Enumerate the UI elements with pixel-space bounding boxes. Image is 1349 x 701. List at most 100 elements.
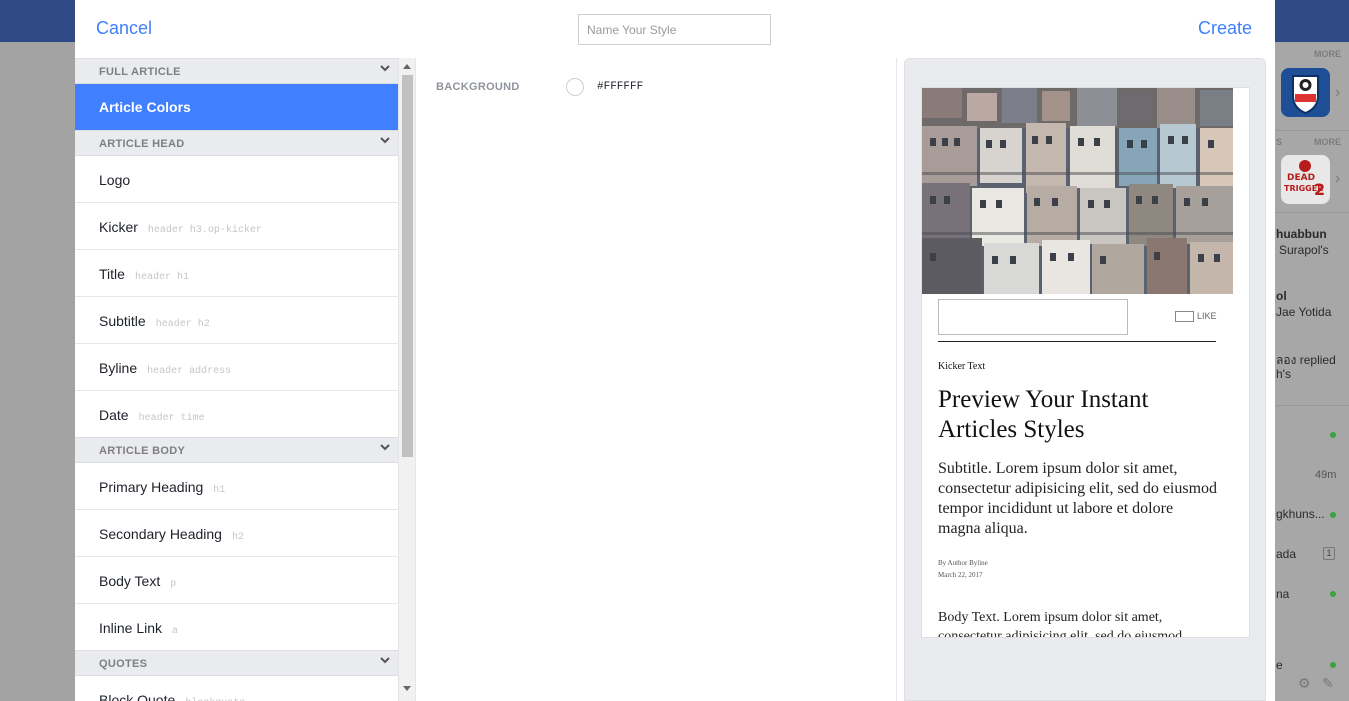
sidebar-item-label: Byline: [99, 360, 138, 376]
style-editor-modal: Cancel Create FULL ARTICLE Article Color…: [75, 0, 1275, 701]
css-selector-hint: p: [170, 579, 177, 590]
chevron-right-icon[interactable]: ›: [1335, 170, 1340, 188]
sidebar-item-block-quote[interactable]: Block Quoteblockquote: [75, 676, 398, 701]
sidebar-item-date[interactable]: Date header time: [75, 391, 398, 438]
sidebar-item-label: Inline Link: [99, 620, 163, 636]
sidebar-item-label: Secondary Heading: [99, 526, 222, 542]
section-label-fragment: S: [1276, 137, 1283, 147]
online-status-icon: [1330, 591, 1336, 597]
css-selector-hint: h1: [213, 485, 226, 496]
section-header-quotes[interactable]: QUOTES: [75, 650, 398, 676]
scroll-up-arrow-icon[interactable]: [403, 64, 411, 69]
style-element-sidebar: FULL ARTICLE Article Colors ARTICLE HEAD…: [75, 58, 398, 701]
compose-icon[interactable]: ✎: [1322, 675, 1334, 692]
sidebar-item-article-colors[interactable]: Article Colors: [75, 84, 398, 130]
css-selector-hint: a: [172, 626, 179, 637]
sidebar-item-title[interactable]: Title header h1: [75, 250, 398, 297]
chevron-down-icon: [380, 65, 390, 72]
sidebar-item-primary-heading[interactable]: Primary Heading h1: [75, 463, 398, 510]
css-selector-hint: header address: [147, 366, 232, 377]
preview-byline: By Author Byline: [938, 559, 988, 567]
background-color-swatch[interactable]: [566, 78, 584, 96]
sidebar-item-body-text[interactable]: Body Text p: [75, 557, 398, 604]
preview-kicker: Kicker Text: [938, 361, 986, 372]
chevron-down-icon: [380, 657, 390, 664]
online-status-icon: [1330, 662, 1336, 668]
feed-item-line: Jae Yotida: [1276, 305, 1332, 319]
online-status-icon: [1330, 432, 1336, 438]
chat-time: 49m: [1315, 469, 1337, 481]
preview-body-text: Body Text. Lorem ipsum dolor sit amet, c…: [938, 610, 1183, 638]
svg-text:2: 2: [1314, 180, 1325, 199]
online-status-icon: [1330, 512, 1336, 518]
hero-image: [922, 88, 1233, 294]
chat-contact-name[interactable]: ada: [1276, 547, 1296, 561]
sidebar-item-label: Article Colors: [99, 99, 191, 115]
like-label: LIKE: [1197, 311, 1217, 321]
sidebar-item-kicker[interactable]: Kicker header h3.op-kicker: [75, 203, 398, 250]
section-header-article-head[interactable]: ARTICLE HEAD: [75, 130, 398, 156]
article-preview-frame: LIKE Kicker Text Preview Your Instant Ar…: [921, 87, 1250, 638]
sidebar-scrollbar[interactable]: [398, 58, 415, 701]
feed-item-line[interactable]: ol: [1276, 289, 1287, 303]
gear-icon[interactable]: ⚙: [1298, 675, 1311, 692]
sidebar-item-label: Title: [99, 266, 125, 282]
sidebar-item-label: Date: [99, 407, 129, 423]
sidebar-item-subtitle[interactable]: Subtitle header h2: [75, 297, 398, 344]
chevron-down-icon: [380, 444, 390, 451]
sidebar-item-byline[interactable]: Byline header address: [75, 344, 398, 391]
header-divider: [938, 341, 1216, 342]
app-thumbnail-dead-trigger-label: DEAD TRIGGER 2: [1281, 155, 1282, 156]
chat-contact-name[interactable]: e: [1276, 658, 1283, 672]
style-name-input[interactable]: [578, 14, 771, 45]
css-selector-hint: header h3.op-kicker: [147, 225, 262, 236]
chevron-down-icon: [380, 137, 390, 144]
more-link[interactable]: MORE: [1314, 137, 1341, 147]
divider: [1268, 130, 1349, 131]
section-header-label: QUOTES: [99, 658, 148, 670]
preview-title: Preview Your Instant Articles Styles: [938, 386, 1149, 443]
sidebar-item-secondary-heading[interactable]: Secondary Heading h2: [75, 510, 398, 557]
modal-header: Cancel Create: [75, 0, 1275, 58]
app-thumbnail-soccer-label: SOCCER MANAGER 2017: [1281, 68, 1282, 69]
unread-count-badge: 1: [1323, 547, 1335, 560]
app-thumbnail-soccer[interactable]: SOCCER MANAGER 2017: [1281, 68, 1330, 117]
scroll-down-arrow-icon[interactable]: [403, 686, 411, 691]
property-editor-panel: BACKGROUND #FFFFFF: [415, 58, 897, 701]
like-button[interactable]: LIKE: [1175, 311, 1217, 323]
sidebar-item-label: Block Quote: [99, 692, 176, 701]
sidebar-item-label: Primary Heading: [99, 479, 204, 495]
svg-text:DEAD: DEAD: [1287, 173, 1315, 183]
section-header-full-article[interactable]: FULL ARTICLE: [75, 58, 398, 84]
keyboard-icon: [1175, 311, 1194, 323]
soccer-badge-icon: [1281, 68, 1330, 117]
dead-trigger-logo-icon: DEAD TRIGGER 2: [1281, 155, 1330, 204]
css-selector-hint: h2: [231, 532, 244, 543]
chevron-right-icon[interactable]: ›: [1335, 84, 1340, 102]
feed-item-line[interactable]: huabbun: [1276, 227, 1327, 241]
scrollbar-thumb[interactable]: [402, 75, 413, 457]
sidebar-item-logo[interactable]: Logo: [75, 156, 398, 203]
preview-subtitle: Subtitle. Lorem ipsum dolor sit amet, co…: [938, 460, 1218, 537]
logo-placeholder: [938, 299, 1128, 335]
section-header-label: FULL ARTICLE: [99, 66, 181, 78]
create-button[interactable]: Create: [1198, 18, 1252, 39]
chat-contact-name[interactable]: na: [1276, 587, 1289, 601]
background-color-value[interactable]: #FFFFFF: [597, 81, 643, 93]
section-header-label: ARTICLE BODY: [99, 445, 186, 457]
sidebar-item-label: Subtitle: [99, 313, 146, 329]
css-selector-hint: header h2: [155, 319, 210, 330]
divider: [1268, 405, 1349, 406]
sidebar-item-inline-link[interactable]: Inline Link a: [75, 604, 398, 651]
css-selector-hint: header time: [138, 413, 205, 424]
chat-contact-name[interactable]: gkhuns...: [1276, 507, 1325, 521]
sidebar-item-label: Kicker: [99, 219, 138, 235]
sidebar-item-label: Logo: [99, 172, 131, 188]
feed-item-line: h's: [1276, 367, 1291, 381]
city-photo-image: [922, 88, 1233, 294]
cancel-button[interactable]: Cancel: [96, 18, 152, 39]
section-header-article-body[interactable]: ARTICLE BODY: [75, 437, 398, 463]
feed-item-line: Surapol's: [1279, 243, 1329, 257]
more-link[interactable]: MORE: [1314, 49, 1341, 59]
app-thumbnail-dead-trigger[interactable]: DEAD TRIGGER 2 DEAD TRIGGER 2: [1281, 155, 1330, 204]
